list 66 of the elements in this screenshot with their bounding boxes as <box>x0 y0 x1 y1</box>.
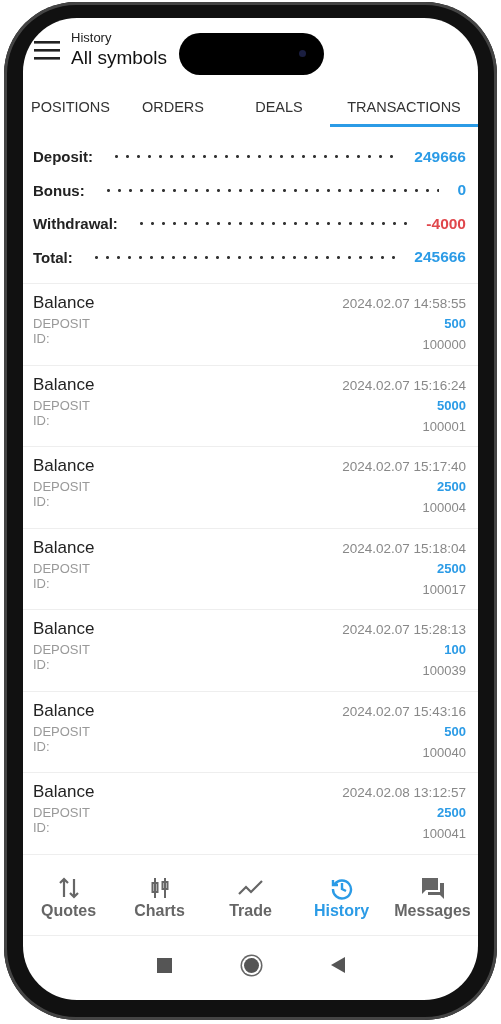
transaction-id: 100000 <box>422 337 466 352</box>
transaction-id: 100040 <box>422 744 466 760</box>
summary-label: Withdrawal: <box>33 215 118 233</box>
transaction-amount: 500 <box>444 316 466 331</box>
summary-label: Total: <box>33 248 73 266</box>
summary-value: -4000 <box>426 214 466 233</box>
tab[interactable]: DEALS <box>228 95 330 127</box>
summary-value: 249666 <box>414 147 466 166</box>
quotes-nav-button[interactable]: Quotes <box>23 861 114 935</box>
transaction-symbol: Balance <box>33 782 95 802</box>
transaction-type: DEPOSIT <box>33 805 91 820</box>
menu-icon[interactable] <box>34 40 60 60</box>
transaction-amount: 2500 <box>437 479 466 494</box>
transaction-type: DEPOSIT <box>33 723 91 739</box>
transaction-time: 2024.02.07 15:28:13 <box>342 622 466 637</box>
transaction-type: DEPOSIT <box>33 479 91 494</box>
id-label: ID: <box>33 575 50 591</box>
transaction-type: DEPOSIT <box>33 560 91 576</box>
transaction-time: 2024.02.07 15:43:16 <box>342 703 466 719</box>
tab[interactable]: TRANSACTIONS <box>330 95 478 127</box>
transaction-time: 2024.02.08 13:12:57 <box>342 785 466 800</box>
transaction-symbol: Balance <box>33 700 95 721</box>
transaction-type: DEPOSIT <box>33 642 91 657</box>
transaction-amount: 2500 <box>437 560 466 576</box>
transaction-symbol: Balance <box>33 619 95 639</box>
id-label: ID: <box>33 412 50 428</box>
tab[interactable]: ORDERS <box>118 95 228 127</box>
summary-label: Bonus: <box>33 181 85 199</box>
header-subtitle: History <box>71 30 113 45</box>
id-label: ID: <box>33 494 50 509</box>
summary-value: 245666 <box>414 248 466 267</box>
transaction-time: 2024.02.07 14:58:55 <box>342 296 466 311</box>
trade-nav-button[interactable]: Trade <box>205 861 296 935</box>
transaction-id: 100041 <box>422 826 466 841</box>
header-title[interactable]: All symbols <box>71 47 168 69</box>
transaction-id: 100039 <box>422 663 466 678</box>
transaction-symbol: Balance <box>33 293 95 313</box>
transaction-amount: 100 <box>444 642 466 657</box>
chat-bubbles-icon <box>419 876 446 900</box>
transaction-amount: 5000 <box>437 397 466 413</box>
home-button[interactable] <box>243 957 259 973</box>
transaction-time: 2024.02.07 15:18:04 <box>342 540 466 556</box>
transaction-type: DEPOSIT <box>33 397 91 413</box>
id-label: ID: <box>33 331 50 346</box>
transaction-amount: 500 <box>444 723 466 739</box>
transaction-time: 2024.02.07 15:17:40 <box>342 459 466 474</box>
transaction-symbol: Balance <box>33 374 95 395</box>
transaction-type: DEPOSIT <box>33 316 91 331</box>
back-button[interactable] <box>330 957 345 973</box>
tab[interactable]: POSITIONS <box>23 95 118 127</box>
history-icon <box>329 876 354 900</box>
summary-label: Deposit: <box>33 148 93 166</box>
transaction-amount: 2500 <box>437 805 466 820</box>
transaction-symbol: Balance <box>33 456 95 476</box>
transaction-time: 2024.02.07 15:16:24 <box>342 377 466 393</box>
transaction-id: 100017 <box>422 581 466 597</box>
transaction-id: 100001 <box>422 418 466 434</box>
id-label: ID: <box>33 738 50 754</box>
recents-button[interactable] <box>156 957 172 973</box>
id-label: ID: <box>33 657 50 672</box>
id-label: ID: <box>33 820 50 835</box>
transaction-id: 100004 <box>422 500 466 515</box>
charts-nav-button[interactable]: Charts <box>114 861 205 935</box>
summary-value: 0 <box>457 181 466 200</box>
messages-nav-button[interactable]: Messages <box>387 861 478 935</box>
transaction-symbol: Balance <box>33 537 95 558</box>
